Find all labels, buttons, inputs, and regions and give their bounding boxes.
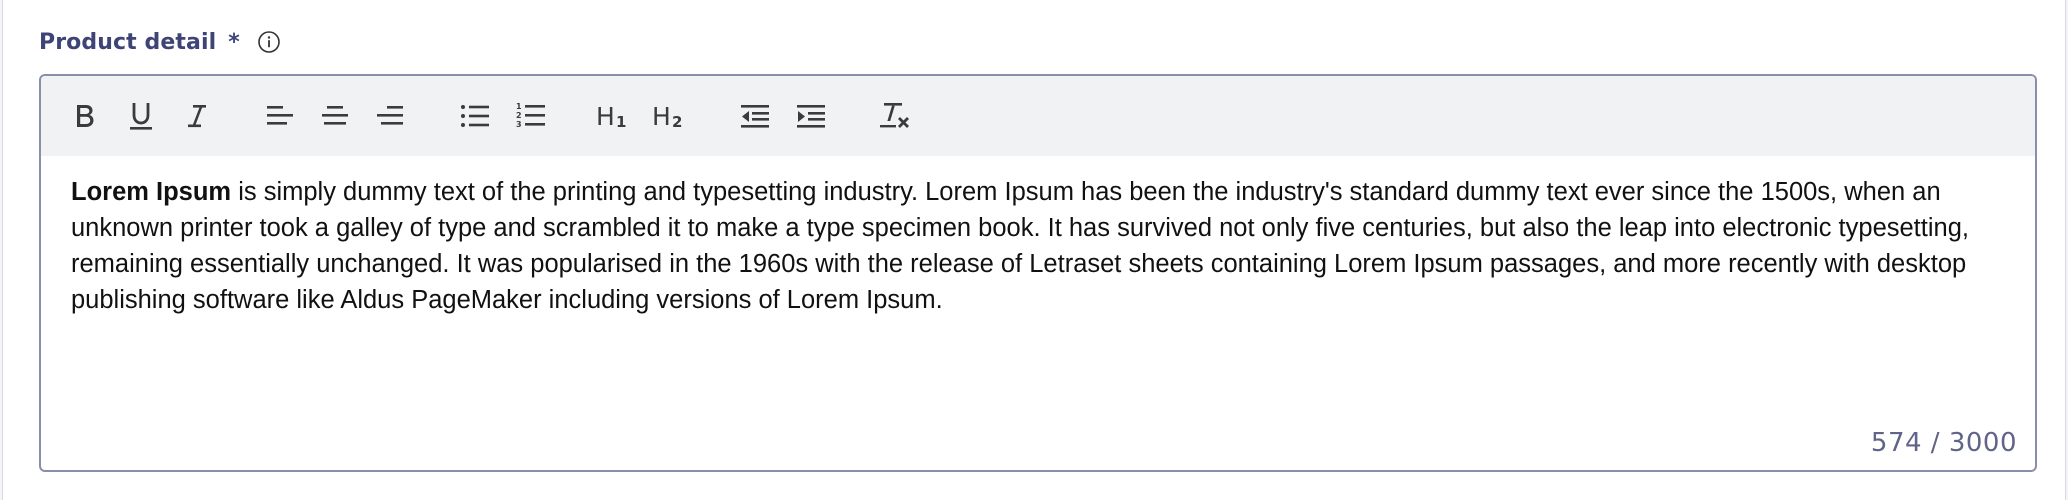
italic-button[interactable]	[175, 94, 219, 138]
editor-content[interactable]: Lorem Ipsum is simply dummy text of the …	[71, 174, 2021, 318]
info-circle-icon[interactable]	[256, 29, 282, 55]
align-center-button[interactable]	[313, 94, 357, 138]
indent-icon	[797, 105, 825, 128]
field-label: Product detail	[39, 29, 217, 55]
numbered-list-button[interactable]: 1 2 3	[509, 94, 553, 138]
svg-text:2: 2	[516, 111, 522, 120]
indent-button[interactable]	[789, 94, 833, 138]
underline-button[interactable]	[119, 94, 163, 138]
bold-button[interactable]	[63, 94, 107, 138]
svg-text:2: 2	[672, 113, 682, 131]
bold-lead-text: Lorem Ipsum	[71, 178, 232, 206]
character-counter: 574 / 3000	[1870, 428, 2017, 458]
form-panel: Product detail * 1 2 3 H 1 H 2 Lorem Ips…	[2, 0, 2066, 500]
heading-1-button[interactable]: H 1	[593, 94, 637, 138]
bullet-list-button[interactable]	[453, 94, 497, 138]
rich-text-editor[interactable]: 1 2 3 H 1 H 2 Lorem Ipsum is simply dumm…	[39, 74, 2037, 472]
field-label-row: Product detail *	[39, 26, 282, 58]
italic-icon	[188, 105, 206, 128]
align-right-icon	[377, 106, 403, 125]
heading-2-icon: H 2	[652, 102, 682, 131]
outdent-icon	[741, 105, 769, 128]
align-right-button[interactable]	[369, 94, 413, 138]
align-left-button[interactable]	[257, 94, 301, 138]
heading-1-icon: H 1	[596, 102, 626, 131]
align-center-icon	[322, 106, 348, 125]
editor-toolbar: 1 2 3 H 1 H 2	[41, 76, 2035, 156]
required-asterisk: *	[228, 29, 240, 55]
svg-text:3: 3	[516, 120, 522, 129]
svg-text:H: H	[596, 102, 615, 131]
clear-formatting-button[interactable]	[873, 94, 917, 138]
align-left-icon	[267, 106, 293, 125]
page-background: Product detail * 1 2 3 H 1 H 2 Lorem Ips…	[0, 0, 2068, 500]
svg-text:H: H	[652, 102, 671, 131]
body-text: is simply dummy text of the printing and…	[71, 178, 1969, 314]
svg-text:1: 1	[516, 102, 522, 111]
heading-2-button[interactable]: H 2	[649, 94, 693, 138]
outdent-button[interactable]	[733, 94, 777, 138]
numbered-list-icon: 1 2 3	[516, 102, 545, 129]
svg-text:1: 1	[616, 113, 626, 131]
bullet-list-icon	[461, 105, 489, 127]
underline-icon	[130, 103, 152, 130]
clear-formatting-icon	[880, 103, 909, 128]
bold-icon	[77, 105, 94, 127]
